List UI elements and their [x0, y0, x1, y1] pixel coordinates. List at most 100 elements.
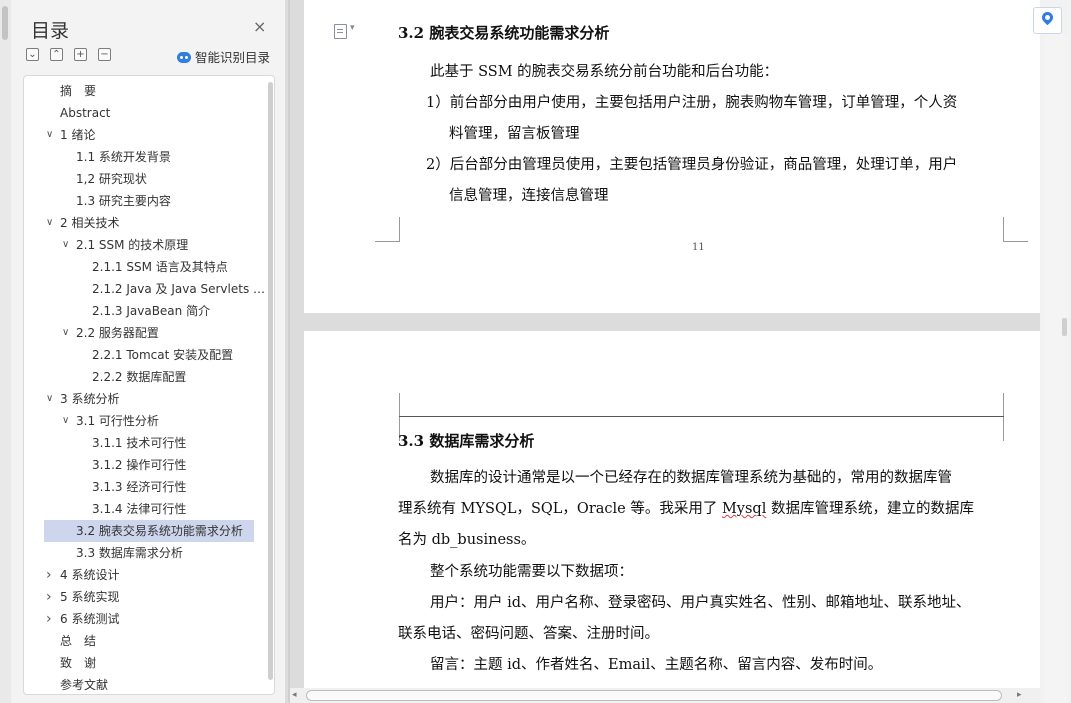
chevron-down-icon[interactable]: ∨ — [46, 124, 53, 146]
toc-item[interactable]: ∨ 3.1 可行性分析 — [24, 410, 266, 432]
toc-item-label: 2.2.2 数据库配置 — [92, 370, 187, 384]
toc-item-label: 1.1 系统开发背景 — [76, 150, 171, 164]
toc-item[interactable]: › 4 系统设计 — [24, 564, 266, 586]
add-entry-button[interactable]: + — [74, 48, 87, 61]
section-heading-3-2: 3.2 腕表交易系统功能需求分析 — [398, 24, 610, 42]
toc-item[interactable]: 3.1.2 操作可行性 — [24, 454, 266, 476]
horizontal-scrollbar[interactable]: ◂ ▸ — [290, 688, 1040, 703]
toc-item[interactable]: › 6 系统测试 — [24, 608, 266, 630]
chevron-down-icon[interactable]: ∨ — [62, 322, 69, 344]
toc-item[interactable]: ∨ 3 系统分析 — [24, 388, 266, 410]
toc-item-label: 1 绪论 — [60, 128, 96, 142]
toc-item-label: 参考文献 — [60, 678, 109, 692]
toc-item[interactable]: 1.1 系统开发背景 — [24, 146, 266, 168]
toc-item-label: 3.1.2 操作可行性 — [92, 458, 187, 472]
toc-item[interactable]: 2.1.1 SSM 语言及其特点 — [24, 256, 266, 278]
paragraph-1-line-2: 理系统有 MYSQL，SQL，Oracle 等。我采用了 Mysql 数据库管理… — [398, 501, 974, 517]
remove-entry-button[interactable]: − — [98, 48, 111, 61]
toc-item[interactable]: 2.2.1 Tomcat 安装及配置 — [24, 344, 266, 366]
outer-scrollbar-thumb[interactable] — [2, 6, 8, 40]
chevron-down-icon[interactable]: ∨ — [62, 234, 69, 256]
toc-item[interactable]: ∨ 1 绪论 — [24, 124, 266, 146]
toc-item-label: 2.1.1 SSM 语言及其特点 — [92, 260, 228, 274]
list-item-2-line-1: 2）后台部分由管理员使用，主要包括管理员身份验证，商品管理，处理订单，用户 — [426, 157, 958, 173]
list-item-1-line-2: 料管理，留言板管理 — [449, 126, 580, 142]
chevron-right-icon[interactable]: › — [46, 586, 52, 608]
toc-item[interactable]: ∨ 2.1 SSM 的技术原理 — [24, 234, 266, 256]
paragraph-4: 留言：主题 id、作者姓名、Email、主题名称、留言内容、发布时间。 — [430, 657, 883, 673]
chevron-down-icon[interactable]: ▾ — [350, 23, 355, 33]
toc-item-label: 2.1.3 JavaBean 简介 — [92, 304, 211, 318]
paragraph-intro: 此基于 SSM 的腕表交易系统分前台功能和后台功能： — [430, 64, 779, 80]
toc-list: 摘 要 Abstract ∨ 1 绪论 1.1 系统开发背景 1,2 研究现状 1.3 研究… — [24, 80, 266, 694]
toc-item-label: 3.1.4 法律可行性 — [92, 502, 187, 516]
toc-item[interactable]: 总 结 — [24, 630, 266, 652]
toc-item[interactable]: 参考文献 — [24, 674, 266, 694]
toc-item[interactable]: 摘 要 — [24, 80, 266, 102]
toc-item[interactable]: 1.3 研究主要内容 — [24, 190, 266, 212]
scroll-left-icon[interactable]: ◂ — [292, 690, 297, 700]
toc-item-label: 2 相关技术 — [60, 216, 120, 230]
chevron-down-icon[interactable]: ∨ — [46, 212, 53, 234]
toc-item[interactable]: › 5 系统实现 — [24, 586, 266, 608]
chevron-down-icon[interactable]: ∨ — [46, 388, 53, 410]
toc-item[interactable]: 致 谢 — [24, 652, 266, 674]
outer-scrollbar[interactable] — [0, 0, 11, 703]
collapse-all-button[interactable]: ⌄ — [26, 48, 39, 61]
chevron-down-icon[interactable]: ∨ — [62, 410, 69, 432]
toc-item-label: 2.2.1 Tomcat 安装及配置 — [92, 348, 234, 362]
toc-item-label: 摘 要 — [60, 84, 97, 98]
toc-item[interactable]: 3.1.1 技术可行性 — [24, 432, 266, 454]
toc-item[interactable]: 1,2 研究现状 — [24, 168, 266, 190]
margin-corner-mark — [375, 393, 400, 417]
document-icon[interactable] — [334, 24, 347, 39]
list-item-2-line-2: 信息管理，连接信息管理 — [449, 188, 609, 204]
page-header-rule — [399, 416, 1004, 417]
toc-item[interactable]: ∨ 2 相关技术 — [24, 212, 266, 234]
toc-item-label: 2.1.2 Java 及 Java Servlets … — [92, 282, 266, 296]
toc-scrollbar-thumb[interactable] — [268, 82, 273, 680]
toc-item[interactable]: Abstract — [24, 102, 266, 124]
toc-item-label: 3.3 数据库需求分析 — [76, 546, 183, 560]
toc-item-label: 2.2 服务器配置 — [76, 326, 159, 340]
document-page-11: 3.2 腕表交易系统功能需求分析 此基于 SSM 的腕表交易系统分前台功能和后台… — [304, 0, 1040, 313]
toc-item-label: 2.1 SSM 的技术原理 — [76, 238, 189, 252]
toc-item-label: 致 谢 — [60, 656, 97, 670]
vertical-scrollbar[interactable] — [1044, 34, 1068, 703]
toc-item[interactable]: 2.1.3 JavaBean 简介 — [24, 300, 266, 322]
toc-item[interactable]: 3.1.4 法律可行性 — [24, 498, 266, 520]
location-button[interactable] — [1033, 7, 1062, 34]
spell-error-word[interactable]: Mysql — [722, 501, 766, 517]
toc-item-label: 3.2 腕表交易系统功能需求分析 — [76, 524, 243, 538]
toc-item-label: 5 系统实现 — [60, 590, 120, 604]
chevron-right-icon[interactable]: › — [46, 564, 52, 586]
toc-item[interactable]: 3.1.3 经济可行性 — [24, 476, 266, 498]
horizontal-scrollbar-thumb[interactable] — [306, 690, 1002, 701]
toc-item[interactable]: ∨ 2.2 服务器配置 — [24, 322, 266, 344]
paragraph-3-line-2: 联系电话、密码问题、答案、注册时间。 — [398, 626, 659, 642]
toc-item-label: 4 系统设计 — [60, 568, 120, 582]
document-page-12: 3.3 数据库需求分析 数据库的设计通常是以一个已经存在的数据库管理系统为基础的… — [304, 331, 1040, 703]
toc-item[interactable]: 3.3 数据库需求分析 — [24, 542, 266, 564]
margin-corner-mark — [375, 217, 400, 242]
paragraph-2: 整个系统功能需要以下数据项： — [430, 564, 633, 580]
margin-corner-mark — [1003, 417, 1028, 441]
robot-icon — [177, 52, 191, 63]
toc-item[interactable]: 2.1.2 Java 及 Java Servlets … — [24, 278, 266, 300]
scroll-right-icon[interactable]: ▸ — [1017, 690, 1022, 700]
toc-item-label: 1.3 研究主要内容 — [76, 194, 171, 208]
chevron-right-icon[interactable]: › — [46, 608, 52, 630]
toc-item[interactable]: 2.2.2 数据库配置 — [24, 366, 266, 388]
smart-recognize-toc-button[interactable]: 智能识别目录 — [177, 47, 270, 66]
vertical-scrollbar-thumb[interactable] — [1062, 318, 1067, 336]
toc-item[interactable]: 3.2 腕表交易系统功能需求分析 — [44, 520, 254, 542]
paragraph-1-line-1: 数据库的设计通常是以一个已经存在的数据库管理系统为基础的，常用的数据库管 — [430, 470, 952, 486]
expand-all-button[interactable]: ⌃ — [50, 48, 63, 61]
close-icon[interactable]: × — [253, 19, 266, 35]
toc-item-label: 3.1.3 经济可行性 — [92, 480, 187, 494]
toc-item-label: 3.1.1 技术可行性 — [92, 436, 187, 450]
margin-corner-mark — [1003, 393, 1028, 417]
toc-item-label: Abstract — [60, 106, 111, 120]
margin-corner-mark — [1003, 217, 1028, 242]
toc-item-label: 1,2 研究现状 — [76, 172, 147, 186]
